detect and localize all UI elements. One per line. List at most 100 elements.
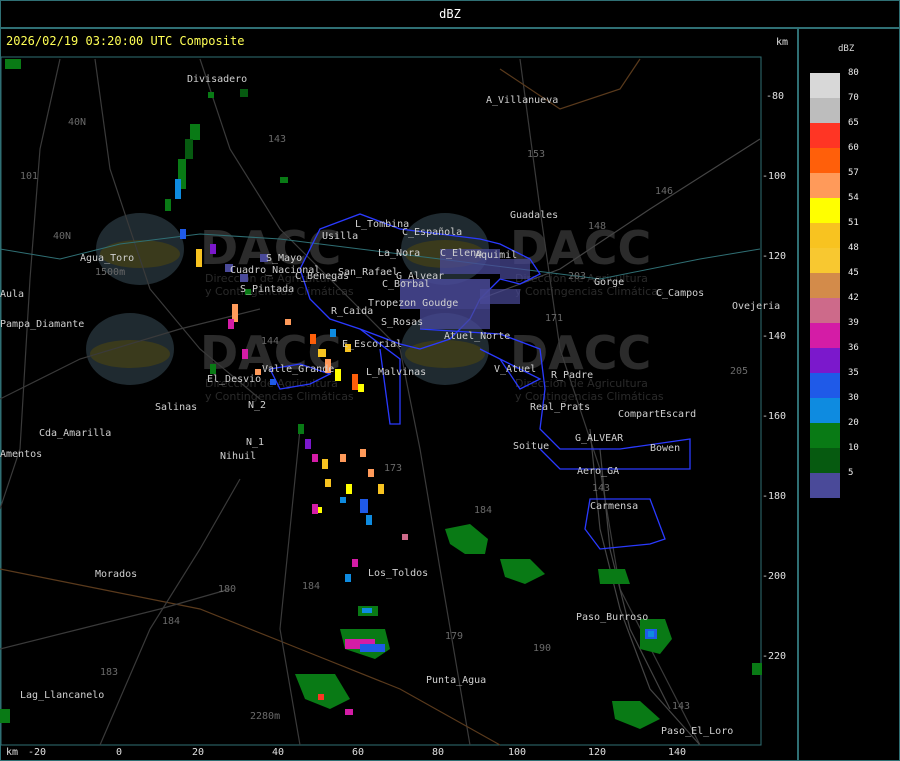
- svg-text:205: 205: [730, 366, 748, 377]
- legend-swatch: [810, 98, 840, 123]
- legend-label: 5: [848, 468, 854, 478]
- svg-text:G_Alvear: G_Alvear: [396, 271, 444, 282]
- svg-text:Ovejeria: Ovejeria: [732, 301, 780, 312]
- svg-text:C_Española: C_Española: [402, 227, 462, 238]
- svg-text:179: 179: [445, 631, 463, 642]
- legend-swatch: [810, 273, 840, 298]
- legend-label: 39: [848, 318, 859, 328]
- svg-text:Lag_Llancanelo: Lag_Llancanelo: [20, 690, 104, 701]
- y-tick: -100: [762, 171, 786, 182]
- svg-text:Aquimil: Aquimil: [475, 250, 517, 261]
- svg-text:Aula: Aula: [0, 289, 24, 300]
- legend-swatch: [810, 473, 840, 498]
- legend-title: dBZ: [838, 44, 855, 54]
- svg-text:143: 143: [268, 134, 286, 145]
- svg-text:Aero_GA: Aero_GA: [577, 466, 619, 477]
- svg-text:Punta_Agua: Punta_Agua: [426, 675, 486, 686]
- legend-label: 70: [848, 93, 859, 103]
- svg-text:S_Mayo: S_Mayo: [266, 253, 302, 264]
- x-axis: -20 0 20 40 60 80 100 120 140: [28, 747, 686, 758]
- radar-map[interactable]: DACC Dirección de Agricultura y Continge…: [0, 29, 797, 761]
- svg-text:Cuadro_Nacional: Cuadro_Nacional: [230, 265, 320, 276]
- watermark-brand: DACC: [510, 221, 651, 275]
- svg-text:Gorge: Gorge: [594, 277, 624, 288]
- svg-text:Escard: Escard: [660, 409, 696, 420]
- legend-swatch: [810, 223, 840, 248]
- legend-swatch: [810, 423, 840, 448]
- legend-swatch: [810, 323, 840, 348]
- x-tick: 60: [352, 747, 364, 758]
- legend-label: 57: [848, 168, 859, 178]
- y-tick: -120: [762, 251, 786, 262]
- svg-text:203: 203: [568, 271, 586, 282]
- y-axis: -80 -100 -120 -140 -160 -180 -200 -220: [762, 91, 786, 662]
- legend-swatch: [810, 73, 840, 98]
- svg-text:N_2: N_2: [248, 400, 266, 411]
- svg-text:101: 101: [20, 171, 38, 182]
- svg-text:Salinas: Salinas: [155, 402, 197, 413]
- svg-text:Real_Prats: Real_Prats: [530, 402, 590, 413]
- legend-label: 45: [848, 268, 859, 278]
- legend-label: 51: [848, 218, 859, 228]
- y-tick: -200: [762, 571, 786, 582]
- legend-swatch: [810, 123, 840, 148]
- svg-text:Divisadero: Divisadero: [187, 74, 247, 85]
- svg-text:C_Campos: C_Campos: [656, 288, 704, 299]
- svg-text:G_ALVEAR: G_ALVEAR: [575, 433, 624, 444]
- svg-text:Morados: Morados: [95, 569, 137, 580]
- svg-text:Valle_Grande: Valle_Grande: [262, 364, 334, 375]
- legend-label: 54: [848, 193, 859, 203]
- svg-text:153: 153: [527, 149, 545, 160]
- svg-text:N_1: N_1: [246, 437, 264, 448]
- x-tick: -20: [28, 747, 46, 758]
- unit-label-bottom: km: [6, 747, 18, 758]
- svg-text:40N: 40N: [53, 231, 71, 242]
- svg-text:Nihuil: Nihuil: [220, 451, 256, 462]
- legend-swatch: [810, 348, 840, 373]
- svg-text:Carmensa: Carmensa: [590, 501, 638, 512]
- legend-swatch: [810, 448, 840, 473]
- svg-text:184: 184: [302, 581, 320, 592]
- svg-text:1500m: 1500m: [95, 267, 125, 278]
- x-tick: 80: [432, 747, 444, 758]
- svg-text:S_Rosas: S_Rosas: [381, 317, 423, 328]
- product-title: dBZ: [439, 7, 461, 21]
- map-canvas: DACC Dirección de Agricultura y Continge…: [0, 34, 788, 758]
- watermark-line2: y Contingencias Climáticas: [205, 390, 354, 403]
- legend-swatch: [810, 298, 840, 323]
- svg-text:2280m: 2280m: [250, 711, 280, 722]
- svg-text:Paso_Burroso: Paso_Burroso: [576, 612, 648, 623]
- svg-text:Compart: Compart: [618, 409, 660, 420]
- x-tick: 120: [588, 747, 606, 758]
- timestamp-label: 2026/02/19 03:20:00 UTC Composite: [6, 34, 244, 48]
- svg-text:Agua_Toro: Agua_Toro: [80, 253, 134, 264]
- legend-label: 65: [848, 118, 859, 128]
- legend-label: 10: [848, 443, 859, 453]
- svg-text:El_Desvio: El_Desvio: [207, 374, 261, 385]
- watermark-line2: y Contingencias Climáticas: [515, 285, 664, 298]
- x-tick: 0: [116, 747, 122, 758]
- svg-text:143: 143: [672, 701, 690, 712]
- svg-text:Cda_Amarilla: Cda_Amarilla: [39, 428, 111, 439]
- y-tick: -80: [766, 91, 784, 102]
- legend-label: 48: [848, 243, 859, 253]
- legend-label: 60: [848, 143, 859, 153]
- svg-text:40N: 40N: [68, 117, 86, 128]
- svg-text:190: 190: [533, 643, 551, 654]
- svg-text:E_Escorial: E_Escorial: [342, 339, 402, 350]
- x-tick: 20: [192, 747, 204, 758]
- legend-swatch: [810, 248, 840, 273]
- y-tick: -160: [762, 411, 786, 422]
- legend-label: 30: [848, 393, 859, 403]
- svg-text:184: 184: [474, 505, 492, 516]
- svg-text:144: 144: [261, 336, 279, 347]
- svg-text:L_Malvinas: L_Malvinas: [366, 367, 426, 378]
- y-tick: -140: [762, 331, 786, 342]
- svg-text:Pampa_Diamante: Pampa_Diamante: [0, 319, 84, 330]
- x-tick: 40: [272, 747, 284, 758]
- legend-swatch: [810, 198, 840, 223]
- svg-text:Tropezon Goudge: Tropezon Goudge: [368, 298, 458, 309]
- svg-text:Bowen: Bowen: [650, 443, 680, 454]
- svg-text:184: 184: [162, 616, 180, 627]
- svg-text:Los_Toldos: Los_Toldos: [368, 568, 428, 579]
